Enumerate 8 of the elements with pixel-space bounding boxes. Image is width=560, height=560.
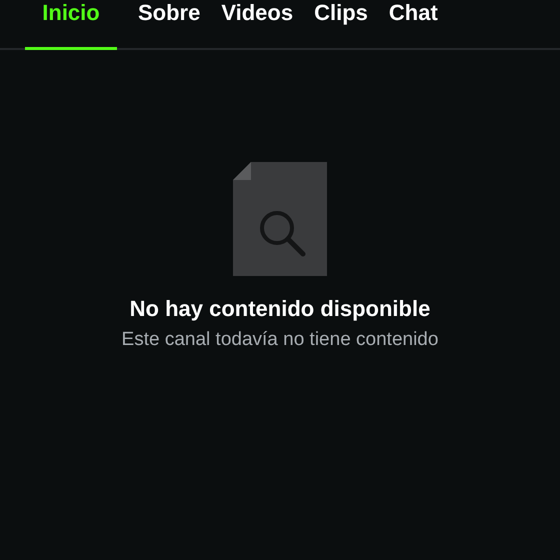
tab[interactable]: Clips bbox=[314, 0, 368, 50]
empty-message: Este canal todavía no tiene contenido bbox=[120, 328, 440, 352]
tab[interactable]: Sobre bbox=[138, 0, 200, 50]
empty-title: No hay contenido disponible bbox=[130, 296, 430, 322]
tab[interactable]: Chat bbox=[388, 0, 438, 50]
document-search-icon bbox=[233, 162, 327, 276]
tab[interactable]: Inicio bbox=[25, 0, 117, 50]
tab[interactable]: Videos bbox=[221, 0, 294, 50]
